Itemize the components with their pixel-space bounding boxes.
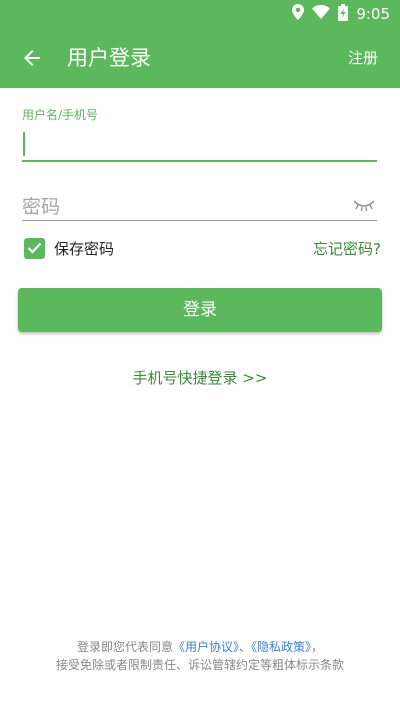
login-button[interactable]: 登录 — [18, 288, 382, 332]
agreement-line-1: 登录即您代表同意《用户协议》、《隐私政策》， — [0, 638, 400, 656]
remember-password[interactable]: 保存密码 — [24, 236, 114, 260]
agreement-text: 登录即您代表同意《用户协议》、《隐私政策》， 接受免除或者限制责任、诉讼管辖约定… — [0, 638, 400, 674]
agreement-separator: 、 — [238, 640, 251, 654]
eye-closed-icon[interactable] — [353, 197, 375, 212]
remember-checkbox[interactable] — [24, 237, 45, 259]
wifi-icon — [312, 5, 331, 23]
agreement-line-2: 接受免除或者限制责任、诉讼管辖约定等粗体标示条款 — [55, 658, 344, 672]
username-field[interactable] — [22, 128, 377, 162]
user-agreement-link[interactable]: 《用户协议》 — [173, 640, 239, 654]
agreement-suffix: ， — [311, 640, 324, 654]
arrow-left-icon[interactable] — [20, 46, 44, 70]
agreement-prefix: 登录即您代表同意 — [76, 640, 173, 654]
password-field[interactable]: 密码 — [22, 188, 377, 221]
battery-charging-icon — [338, 3, 349, 25]
privacy-policy-link[interactable]: 《隐私政策》 — [251, 640, 311, 654]
register-button[interactable]: 注册 — [348, 48, 378, 68]
phone-quick-login-link[interactable]: 手机号快捷登录 >> — [0, 367, 400, 388]
checkmark-icon — [27, 242, 42, 254]
status-bar: 9:05 — [0, 0, 400, 28]
status-icons: 9:05 — [292, 3, 390, 25]
app-bar: 用户登录 注册 — [0, 28, 400, 88]
location-icon — [292, 4, 305, 24]
page-title: 用户登录 — [67, 46, 151, 70]
password-placeholder: 密码 — [22, 196, 61, 218]
username-label: 用户名/手机号 — [22, 108, 99, 122]
remember-label: 保存密码 — [54, 239, 115, 258]
text-cursor — [23, 132, 25, 156]
clock-time: 9:05 — [356, 5, 390, 23]
forgot-password-link[interactable]: 忘记密码? — [313, 238, 381, 259]
